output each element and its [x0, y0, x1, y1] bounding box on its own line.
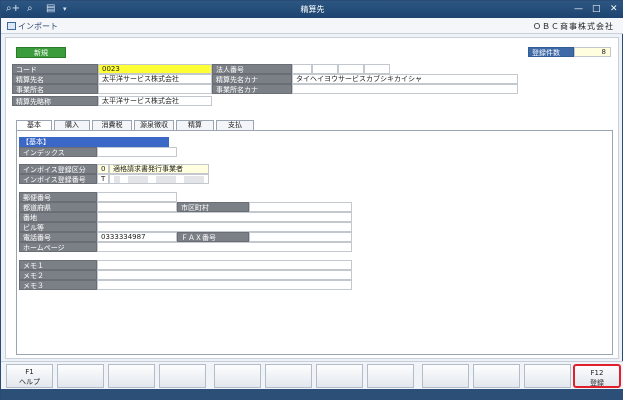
- corp-number-box-2[interactable]: [312, 64, 338, 74]
- invoice-number-label: インボイス登録番号: [19, 174, 97, 184]
- memo3-field[interactable]: [97, 280, 352, 290]
- corp-number-box-3[interactable]: [338, 64, 364, 74]
- short-name-field[interactable]: 太平洋サービス株式会社: [98, 96, 212, 106]
- zip-field[interactable]: [97, 192, 177, 202]
- memo2-field[interactable]: [97, 270, 352, 280]
- company-name: ＯＢＣ商事株式会社: [533, 22, 614, 31]
- f9-button[interactable]: [422, 364, 469, 388]
- prefecture-field[interactable]: [97, 202, 177, 212]
- name-label: 精算先名: [12, 74, 98, 84]
- tab-settlement[interactable]: 精算: [176, 120, 214, 130]
- building-field[interactable]: [97, 222, 352, 232]
- invoice-number-field[interactable]: [109, 174, 209, 184]
- index-field[interactable]: [97, 147, 177, 157]
- fax-label: ＦＡＸ番号: [177, 232, 249, 242]
- masked-digits: [184, 176, 204, 183]
- f3-button[interactable]: [108, 364, 155, 388]
- import-label: インポート: [18, 22, 58, 31]
- homepage-field[interactable]: [97, 242, 352, 252]
- city-field[interactable]: [249, 202, 352, 212]
- window-title: 精算先: [300, 5, 325, 14]
- f1-number: F1: [25, 368, 34, 376]
- f1-help-button[interactable]: F1 ヘルプ: [6, 364, 53, 388]
- corp-number-label: 法人番号: [212, 64, 292, 74]
- phone-label: 電話番号: [19, 232, 97, 242]
- maximize-icon[interactable]: □: [592, 3, 601, 15]
- app-window: ⌕+ ⌕ ▤ ▾ 精算先 — □ ✕ インポート ＯＢＣ商事株式会社 新規 登録…: [0, 0, 623, 400]
- name-field[interactable]: 太平洋サービス株式会社: [98, 74, 212, 84]
- f12-label: 登録: [590, 379, 604, 387]
- f5-button[interactable]: [214, 364, 261, 388]
- tab-consumption-tax[interactable]: 消費税: [92, 120, 132, 130]
- masked-digits: [156, 176, 176, 183]
- phone-field[interactable]: 0333334987: [97, 232, 177, 242]
- code-label: コード: [12, 64, 98, 74]
- tab-purchase[interactable]: 購入: [54, 120, 90, 130]
- zip-label: 郵便番号: [19, 192, 97, 202]
- f4-button[interactable]: [159, 364, 206, 388]
- f7-button[interactable]: [316, 364, 363, 388]
- tab-payment[interactable]: 支払: [216, 120, 254, 130]
- ribbon: インポート ＯＢＣ商事株式会社: [1, 18, 623, 34]
- basic-panel: 【基本】 インデックス インボイス登録区分 0 適格請求書発行事業者 インボイス…: [16, 130, 613, 355]
- fax-field[interactable]: [249, 232, 352, 242]
- function-key-bar: F1 ヘルプ F12 登録: [1, 361, 623, 389]
- banchi-field[interactable]: [97, 212, 352, 222]
- import-icon: [7, 22, 16, 30]
- f11-button[interactable]: [524, 364, 571, 388]
- count-label: 登録件数: [528, 47, 574, 57]
- kana-label: 精算先名カナ: [212, 74, 292, 84]
- city-label: 市区町村: [177, 202, 249, 212]
- masked-digit: [114, 176, 120, 183]
- minimize-icon[interactable]: —: [574, 3, 583, 15]
- office-label: 事業所名: [12, 84, 98, 94]
- kana-field[interactable]: タイヘイヨウサービスカブシキカイシャ: [292, 74, 518, 84]
- short-name-label: 精算先略称: [12, 96, 98, 106]
- f2-button[interactable]: [57, 364, 104, 388]
- count-value: 8: [574, 47, 611, 57]
- title-bar: ⌕+ ⌕ ▤ ▾ 精算先 — □ ✕: [1, 1, 623, 18]
- f8-button[interactable]: [367, 364, 414, 388]
- import-button[interactable]: インポート: [7, 21, 58, 32]
- memo1-label: メモ１: [19, 260, 97, 270]
- f6-button[interactable]: [265, 364, 312, 388]
- corp-number-box-4[interactable]: [364, 64, 390, 74]
- prefecture-label: 都道府県: [19, 202, 97, 212]
- f1-label: ヘルプ: [19, 378, 40, 386]
- banchi-label: 番地: [19, 212, 97, 222]
- office-field[interactable]: [98, 84, 212, 94]
- invoice-class-name: 適格請求書発行事業者: [109, 164, 209, 174]
- masked-digits: [128, 176, 148, 183]
- memo3-label: メモ３: [19, 280, 97, 290]
- close-icon[interactable]: ✕: [610, 3, 618, 15]
- index-label: インデックス: [19, 147, 97, 157]
- building-label: ビル等: [19, 222, 97, 232]
- invoice-class-label: インボイス登録区分: [19, 164, 97, 174]
- new-button[interactable]: 新規: [16, 47, 66, 58]
- f12-register-button[interactable]: F12 登録: [573, 364, 621, 388]
- f10-button[interactable]: [473, 364, 520, 388]
- homepage-label: ホームページ: [19, 242, 97, 252]
- office-kana-field[interactable]: [292, 84, 518, 94]
- tab-withholding[interactable]: 源泉徴収: [134, 120, 174, 130]
- invoice-class-code[interactable]: 0: [97, 164, 109, 174]
- code-field[interactable]: 0023: [98, 64, 212, 74]
- main-content: 新規 登録件数 8 コード 0023 精算先名 太平洋サービス株式会社 事業所名…: [5, 37, 619, 359]
- memo2-label: メモ２: [19, 270, 97, 280]
- section-basic-header: 【基本】: [19, 137, 169, 147]
- f12-number: F12: [590, 369, 604, 377]
- office-kana-label: 事業所名カナ: [212, 84, 292, 94]
- invoice-number-prefix: T: [97, 174, 109, 184]
- memo1-field[interactable]: [97, 260, 352, 270]
- corp-number-box-1[interactable]: [292, 64, 312, 74]
- status-bar: [1, 389, 623, 400]
